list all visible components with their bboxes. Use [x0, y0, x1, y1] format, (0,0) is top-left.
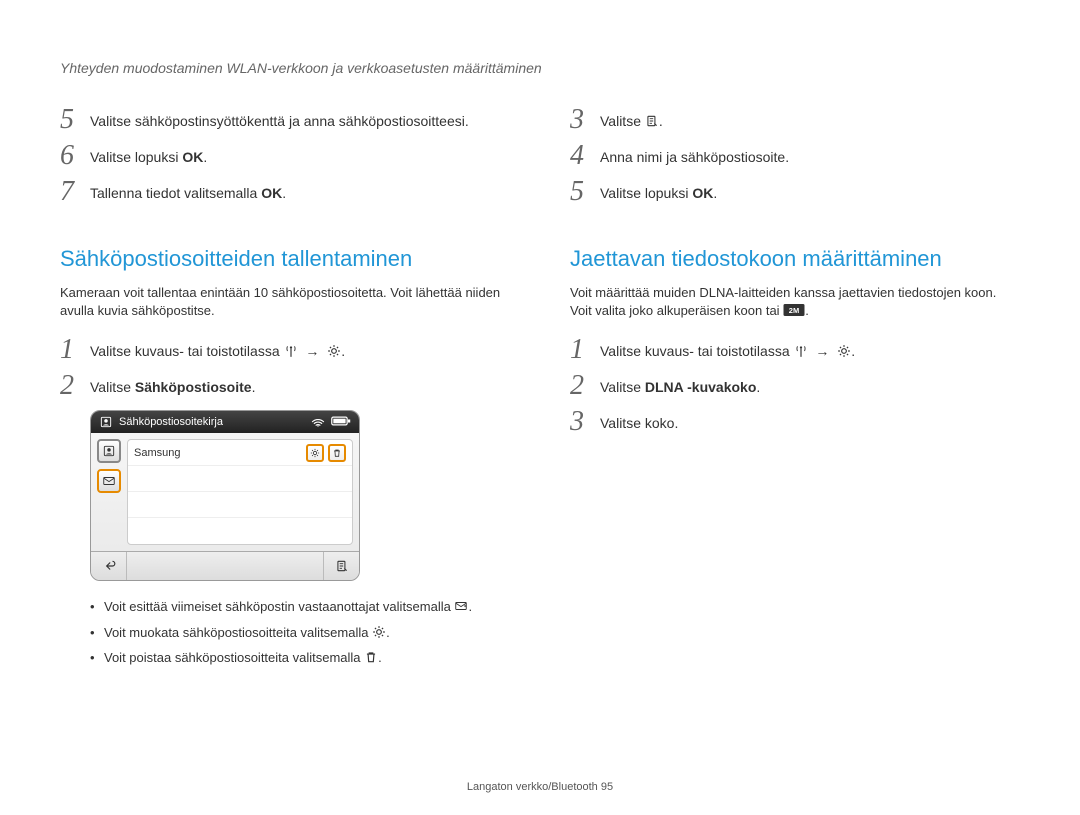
- step-text: Valitse .: [600, 106, 663, 132]
- spacer: [127, 552, 323, 580]
- text-fragment: .: [713, 185, 717, 201]
- step-number: 5: [570, 178, 600, 206]
- ui-title: Sähköpostiosoitekirja: [119, 416, 223, 428]
- gear-icon: [372, 625, 386, 639]
- step-text: Tallenna tiedot valitsemalla OK.: [90, 178, 286, 204]
- step-number: 2: [60, 372, 90, 400]
- section-title-email-storage: Sähköpostiosoitteiden tallentaminen: [60, 246, 510, 272]
- step-text: Valitse sähköpostinsyöttökenttä ja anna …: [90, 106, 469, 132]
- ok-label: OK: [261, 185, 282, 201]
- page-footer: Langaton verkko/Bluetooth 95: [0, 781, 1080, 793]
- list-item-label: Samsung: [134, 447, 180, 459]
- antenna-icon: [284, 344, 298, 358]
- list-item: [128, 466, 352, 492]
- bold-label: DLNA -kuvakoko: [645, 379, 757, 395]
- text-fragment: Valitse kuvaus- tai toistotilassa: [90, 343, 284, 359]
- text-fragment: .: [252, 379, 256, 395]
- text-fragment: Valitse kuvaus- tai toistotilassa: [600, 343, 794, 359]
- section-title-filesize: Jaettavan tiedostokoon määrittäminen: [570, 246, 1020, 272]
- step-text: Anna nimi ja sähköpostiosoite.: [600, 142, 789, 168]
- step-number: 2: [570, 372, 600, 400]
- address-list: Samsung: [127, 439, 353, 545]
- tab-email[interactable]: [97, 469, 121, 493]
- list-item[interactable]: Samsung: [128, 440, 352, 466]
- list-item: [128, 518, 352, 544]
- bullet-item: Voit esittää viimeiset sähköpostin vasta…: [90, 597, 510, 617]
- step-text: Valitse lopuksi OK.: [90, 142, 207, 168]
- ok-label: OK: [182, 149, 203, 165]
- gear-icon: [837, 344, 851, 358]
- ok-label: OK: [692, 185, 713, 201]
- antenna-icon: [794, 344, 808, 358]
- bullet-item: Voit poistaa sähköpostiosoitteita valits…: [90, 648, 510, 668]
- step-number: 5: [60, 106, 90, 134]
- right-column: 3 Valitse . 4 Anna nimi ja sähköpostioso…: [570, 106, 1020, 674]
- text-fragment: Tallenna tiedot valitsemalla: [90, 185, 261, 201]
- envelope-recent-icon: [454, 599, 468, 613]
- arrow-icon: →: [811, 343, 833, 359]
- step-text: Valitse Sähköpostiosoite.: [90, 372, 255, 398]
- trash-icon: [364, 650, 378, 664]
- new-note-button[interactable]: [323, 552, 359, 580]
- step-number: 3: [570, 408, 600, 436]
- step-number: 4: [570, 142, 600, 170]
- step-text: Valitse DLNA -kuvakoko.: [600, 372, 760, 398]
- section-desc: Voit määrittää muiden DLNA-laitteiden ka…: [570, 284, 1020, 320]
- arrow-icon: →: [301, 343, 323, 359]
- edit-gear-button[interactable]: [306, 444, 324, 462]
- gear-icon: [327, 344, 341, 358]
- step-number: 6: [60, 142, 90, 170]
- step-number: 7: [60, 178, 90, 206]
- delete-trash-button[interactable]: [328, 444, 346, 462]
- bullet-item: Voit muokata sähköpostiosoitteita valits…: [90, 623, 510, 643]
- text-fragment: Valitse: [600, 379, 645, 395]
- left-column: 5 Valitse sähköpostinsyöttökenttä ja ann…: [60, 106, 510, 674]
- text-fragment: Valitse lopuksi: [600, 185, 692, 201]
- contact-icon: [99, 415, 113, 429]
- step-number: 1: [570, 336, 600, 364]
- back-button[interactable]: [91, 552, 127, 580]
- battery-icon: [331, 415, 351, 427]
- list-item: [128, 492, 352, 518]
- text-fragment: .: [756, 379, 760, 395]
- text-fragment: Voit muokata sähköpostiosoitteita valits…: [104, 625, 372, 640]
- page-header: Yhteyden muodostaminen WLAN-verkkoon ja …: [60, 60, 1020, 76]
- step-text: Valitse kuvaus- tai toistotilassa → .: [600, 336, 855, 362]
- text-fragment: .: [282, 185, 286, 201]
- page-number: 95: [601, 781, 613, 793]
- text-fragment: Voit poistaa sähköpostiosoitteita valits…: [104, 650, 364, 665]
- signal-icon: [311, 415, 325, 429]
- note-icon: [645, 114, 659, 128]
- footer-label: Langaton verkko/Bluetooth: [467, 781, 601, 793]
- step-number: 1: [60, 336, 90, 364]
- text-fragment: Valitse: [600, 113, 645, 129]
- text-fragment: Voit esittää viimeiset sähköpostin vasta…: [104, 599, 454, 614]
- step-text: Valitse koko.: [600, 408, 678, 434]
- step-text: Valitse lopuksi OK.: [600, 178, 717, 204]
- ui-screenshot-addressbook: Sähköpostiosoitekirja Samsung: [90, 410, 360, 581]
- tab-contacts[interactable]: [97, 439, 121, 463]
- step-text: Valitse kuvaus- tai toistotilassa → .: [90, 336, 345, 362]
- text-fragment: Valitse lopuksi: [90, 149, 182, 165]
- two-megapixel-icon: [783, 304, 805, 316]
- text-fragment: Valitse: [90, 379, 135, 395]
- step-number: 3: [570, 106, 600, 134]
- section-desc: Kameraan voit tallentaa enintään 10 sähk…: [60, 284, 510, 320]
- text-fragment: .: [203, 149, 207, 165]
- bold-label: Sähköpostiosoite: [135, 379, 252, 395]
